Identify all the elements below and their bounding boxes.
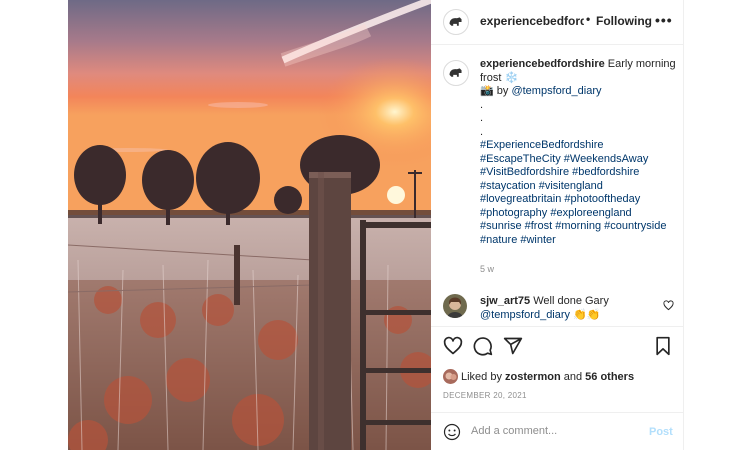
by-label: by	[496, 85, 509, 97]
more-options-icon[interactable]: •••	[655, 12, 673, 28]
emoji-icon[interactable]	[443, 423, 461, 441]
post-header: experiencebedfordshire • Following •••	[431, 0, 683, 45]
snowflake-emoji: ❄️	[504, 71, 519, 84]
liked-by-label: Liked by	[461, 371, 502, 383]
caption-text: experiencebedfordshire Early morning fro…	[480, 58, 683, 247]
comment-input[interactable]: Add a comment...	[471, 425, 631, 437]
hashtag-line[interactable]: #nature #winter	[480, 234, 683, 248]
likes-summary: Liked by zostermon and 56 others	[443, 369, 683, 385]
panel-border	[683, 0, 684, 450]
liker-username[interactable]: zostermon	[505, 371, 561, 383]
comment-icon[interactable]	[473, 336, 493, 356]
caption-dot: .	[480, 98, 484, 111]
comment-item: sjw_art75 Well done Gary @tempsford_diar…	[443, 294, 683, 324]
comment-body: Well done Gary	[533, 295, 609, 307]
lion-logo-icon	[449, 17, 462, 26]
divider	[431, 326, 683, 327]
commenter-username[interactable]: sjw_art75	[480, 295, 530, 307]
caption-dot: .	[480, 112, 484, 124]
caption-username[interactable]: experiencebedfordshire	[480, 58, 605, 70]
hashtag-line[interactable]: #VisitBedfordshire #bedfordshire	[480, 166, 683, 180]
bookmark-icon[interactable]	[653, 336, 673, 356]
hashtag-line[interactable]: #EscapeTheCity #WeekendsAway	[480, 153, 683, 167]
and-label: and	[563, 371, 583, 383]
hashtag-line[interactable]: #photography #exploreengland	[480, 207, 683, 221]
liker-avatar[interactable]	[443, 369, 458, 384]
add-comment-bar: Add a comment... Post	[431, 413, 683, 450]
post-photo[interactable]	[68, 0, 431, 450]
hashtag-line[interactable]: #ExperienceBedfordshire	[480, 139, 683, 153]
caption-mention-link[interactable]: @tempsford_diary	[511, 85, 601, 97]
post-date[interactable]: DECEMBER 20, 2021	[443, 391, 527, 400]
hashtag-line[interactable]: #staycation #visitengland	[480, 180, 683, 194]
comment-mention-link[interactable]: @tempsford_diary	[480, 309, 570, 321]
camera-emoji: 📸	[480, 85, 494, 97]
liker-photo-icon	[443, 369, 458, 384]
following-button[interactable]: Following	[596, 14, 652, 28]
post-comment-button[interactable]: Post	[649, 426, 673, 438]
separator-dot: •	[586, 12, 591, 26]
clap-emoji: 👏👏	[573, 308, 601, 321]
person-photo-icon	[443, 294, 467, 318]
comment-text: sjw_art75 Well done Gary @tempsford_diar…	[480, 295, 670, 322]
lion-logo-icon	[449, 68, 462, 77]
action-bar	[431, 336, 683, 360]
account-avatar[interactable]	[443, 9, 469, 35]
heart-icon[interactable]	[443, 336, 463, 356]
commenter-avatar[interactable]	[443, 294, 467, 318]
post-details-panel: experiencebedfordshire • Following ••• e…	[431, 0, 683, 450]
comment-like-heart-icon[interactable]	[663, 300, 674, 311]
others-count-link[interactable]: 56 others	[585, 371, 634, 383]
post-age[interactable]: 5 w	[480, 264, 494, 274]
caption-dot: .	[480, 125, 484, 138]
frosty-sunrise-image	[68, 0, 431, 450]
hashtag-line[interactable]: #lovegreatbritain #photooftheday	[480, 193, 683, 207]
likes-text: Liked by zostermon and 56 others	[461, 371, 634, 383]
share-icon[interactable]	[503, 336, 523, 356]
header-username[interactable]: experiencebedfordshire	[480, 14, 584, 28]
hashtag-line[interactable]: #sunrise #frost #morning #countryside	[480, 220, 683, 234]
caption-avatar[interactable]	[443, 60, 469, 86]
